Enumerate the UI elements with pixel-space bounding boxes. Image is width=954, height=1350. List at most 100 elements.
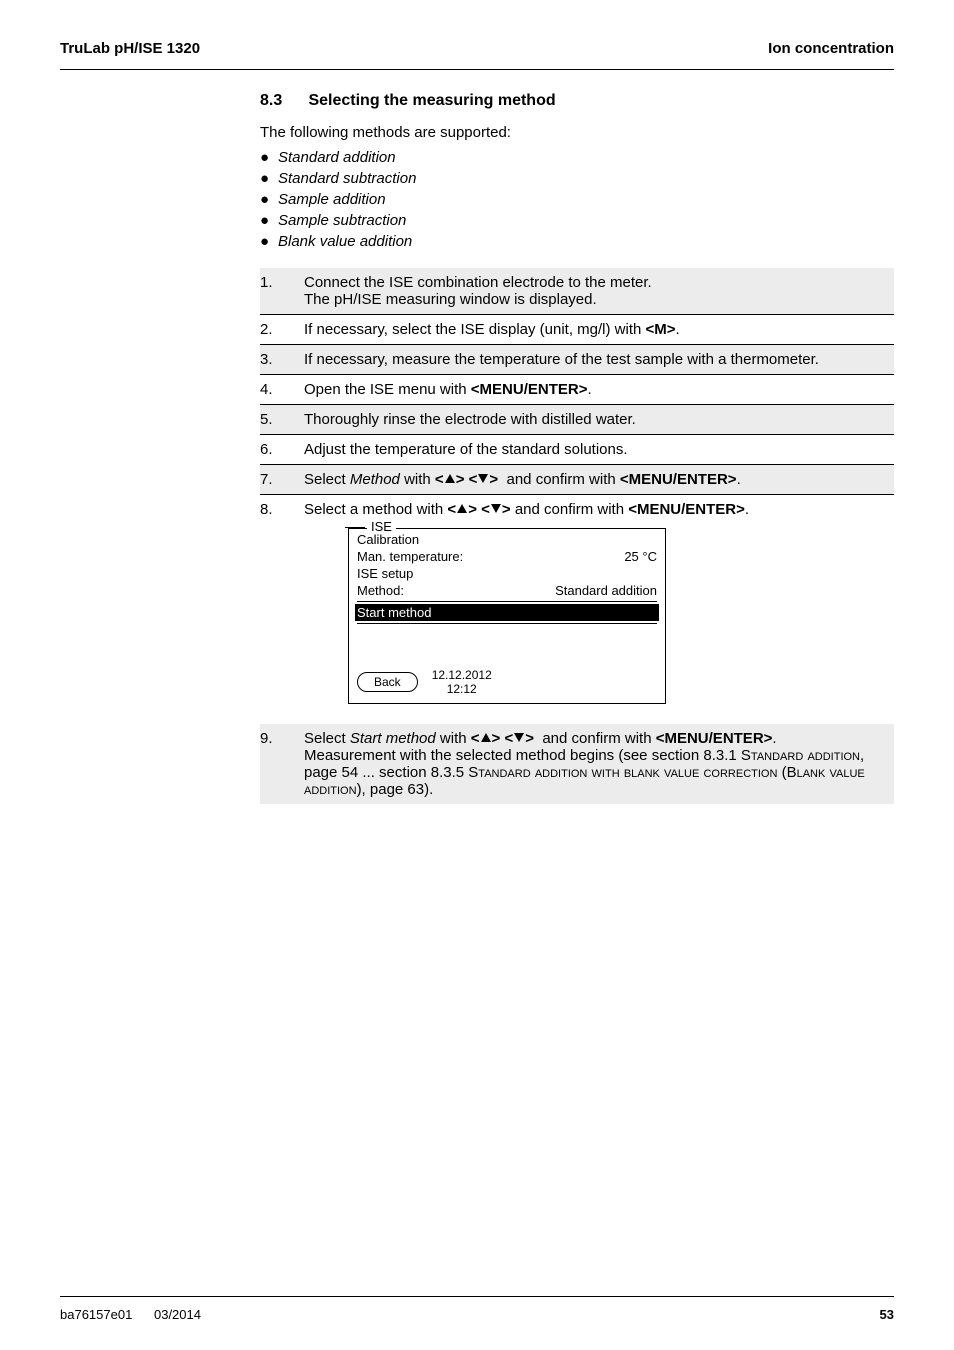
date: 12.12.2012 bbox=[432, 668, 492, 682]
step-note: Measurement with the selected method beg… bbox=[304, 747, 894, 798]
step-number: 4. bbox=[260, 381, 304, 398]
list-item: Sample subtraction bbox=[260, 212, 894, 229]
key-menu-enter: <MENU/ENTER> bbox=[656, 730, 773, 747]
key-down: <> bbox=[469, 471, 499, 488]
doc-id: ba76157e01 bbox=[60, 1307, 132, 1322]
label-method: Method bbox=[350, 471, 400, 488]
step-line: Connect the ISE combination electrode to… bbox=[304, 274, 894, 291]
ise-divider bbox=[357, 623, 657, 624]
step-body: Select a method with <> <> and confirm w… bbox=[304, 501, 894, 718]
step-number: 3. bbox=[260, 351, 304, 368]
section-title: 8.3 Selecting the measuring method bbox=[260, 92, 894, 110]
main-content: 8.3 Selecting the measuring method The f… bbox=[260, 92, 894, 804]
step-number: 1. bbox=[260, 274, 304, 308]
legend-text: ISE bbox=[371, 519, 392, 534]
step-4: 4. Open the ISE menu with <MENU/ENTER>. bbox=[260, 375, 894, 405]
text: ), page 63). bbox=[357, 781, 434, 798]
key-m: <M> bbox=[646, 321, 676, 338]
step-body: Select Method with <> <> and confirm wit… bbox=[304, 471, 894, 488]
section-heading: Selecting the measuring method bbox=[308, 92, 555, 109]
doc-date: 03/2014 bbox=[154, 1307, 201, 1322]
ise-footer: Back 12.12.2012 12:12 bbox=[357, 668, 657, 697]
ise-start-method: Start method bbox=[355, 604, 659, 621]
step-line: The pH/ISE measuring window is displayed… bbox=[304, 291, 894, 308]
step-7: 7. Select Method with <> <> and confirm … bbox=[260, 465, 894, 495]
key-up: <> bbox=[471, 730, 505, 747]
text: and confirm with bbox=[502, 471, 620, 488]
key-menu-enter: <MENU/ENTER> bbox=[471, 381, 588, 398]
triangle-up-icon bbox=[457, 504, 467, 513]
header-left: TruLab pH/ISE 1320 bbox=[60, 40, 200, 57]
ise-man-temp: Man. temperature:25 °C bbox=[357, 548, 657, 565]
page-footer: ba76157e01 03/2014 53 bbox=[60, 1296, 894, 1322]
key-menu-enter: <MENU/ENTER> bbox=[620, 471, 737, 488]
step-number: 7. bbox=[260, 471, 304, 488]
step-1: 1. Connect the ISE combination electrode… bbox=[260, 268, 894, 315]
step-number: 2. bbox=[260, 321, 304, 338]
ref: Standard addition with blank value corre… bbox=[468, 764, 777, 781]
step-6: 6. Adjust the temperature of the standar… bbox=[260, 435, 894, 465]
step-9: 9. Select Start method with <> <> and co… bbox=[260, 724, 894, 804]
triangle-up-icon bbox=[481, 733, 491, 742]
text: If necessary, select the ISE display (un… bbox=[304, 321, 646, 338]
datetime: 12.12.2012 12:12 bbox=[432, 668, 492, 697]
text: and confirm with bbox=[511, 501, 629, 518]
text: Select bbox=[304, 730, 350, 747]
text: with bbox=[400, 471, 435, 488]
step-number: 8. bbox=[260, 501, 304, 718]
step-body: If necessary, measure the temperature of… bbox=[304, 351, 894, 368]
methods-list: Standard addition Standard subtraction S… bbox=[260, 149, 894, 250]
ise-setup: ISE setup bbox=[357, 565, 657, 582]
list-item: Standard subtraction bbox=[260, 170, 894, 187]
header-right: Ion concentration bbox=[768, 40, 894, 57]
footer-left: ba76157e01 03/2014 bbox=[60, 1307, 201, 1322]
legend-lead-line bbox=[345, 527, 365, 528]
step-2: 2. If necessary, select the ISE display … bbox=[260, 315, 894, 345]
ise-legend: ISE bbox=[367, 519, 396, 534]
key-down: <> bbox=[504, 730, 534, 747]
steps-table: 1. Connect the ISE combination electrode… bbox=[260, 268, 894, 804]
page-number: 53 bbox=[880, 1307, 894, 1322]
step-body: Connect the ISE combination electrode to… bbox=[304, 274, 894, 308]
page-header: TruLab pH/ISE 1320 Ion concentration bbox=[60, 40, 894, 70]
section-number: 8.3 bbox=[260, 92, 304, 110]
triangle-up-icon bbox=[445, 474, 455, 483]
text: . bbox=[587, 381, 591, 398]
text: Select a method with bbox=[304, 501, 447, 518]
text: Measurement with the selected method beg… bbox=[304, 747, 741, 764]
step-body: If necessary, select the ISE display (un… bbox=[304, 321, 894, 338]
list-item: Sample addition bbox=[260, 191, 894, 208]
text: . bbox=[737, 471, 741, 488]
step-body: Thoroughly rinse the electrode with dist… bbox=[304, 411, 894, 428]
step-body: Select Start method with <> <> and confi… bbox=[304, 730, 894, 798]
step-number: 5. bbox=[260, 411, 304, 428]
list-item: Standard addition bbox=[260, 149, 894, 166]
ref: Standard addition bbox=[741, 747, 860, 764]
label-start-method: Start method bbox=[350, 730, 436, 747]
step-number: 9. bbox=[260, 730, 304, 798]
text: Select bbox=[304, 471, 350, 488]
ise-divider bbox=[357, 601, 657, 602]
time: 12:12 bbox=[432, 682, 492, 696]
text: ( bbox=[777, 764, 786, 781]
section-intro: The following methods are supported: bbox=[260, 124, 894, 141]
text: and confirm with bbox=[538, 730, 656, 747]
back-button: Back bbox=[357, 672, 418, 692]
key-up: <> bbox=[447, 501, 481, 518]
text: . bbox=[745, 501, 749, 518]
step-body: Open the ISE menu with <MENU/ENTER>. bbox=[304, 381, 894, 398]
text: with bbox=[436, 730, 471, 747]
step-number: 6. bbox=[260, 441, 304, 458]
key-up: <> bbox=[435, 471, 469, 488]
step-8: 8. Select a method with <> <> and confir… bbox=[260, 495, 894, 724]
triangle-down-icon bbox=[491, 504, 501, 513]
step-3: 3. If necessary, measure the temperature… bbox=[260, 345, 894, 375]
key-down: <> bbox=[481, 501, 511, 518]
step-body: Adjust the temperature of the standard s… bbox=[304, 441, 894, 458]
ise-calibration: Calibration bbox=[357, 531, 657, 548]
ise-panel: ISE Calibration Man. temperature:25 °C I… bbox=[348, 528, 666, 704]
list-item: Blank value addition bbox=[260, 233, 894, 250]
text: Open the ISE menu with bbox=[304, 381, 471, 398]
device-display: ISE Calibration Man. temperature:25 °C I… bbox=[348, 528, 894, 704]
triangle-down-icon bbox=[514, 733, 524, 742]
